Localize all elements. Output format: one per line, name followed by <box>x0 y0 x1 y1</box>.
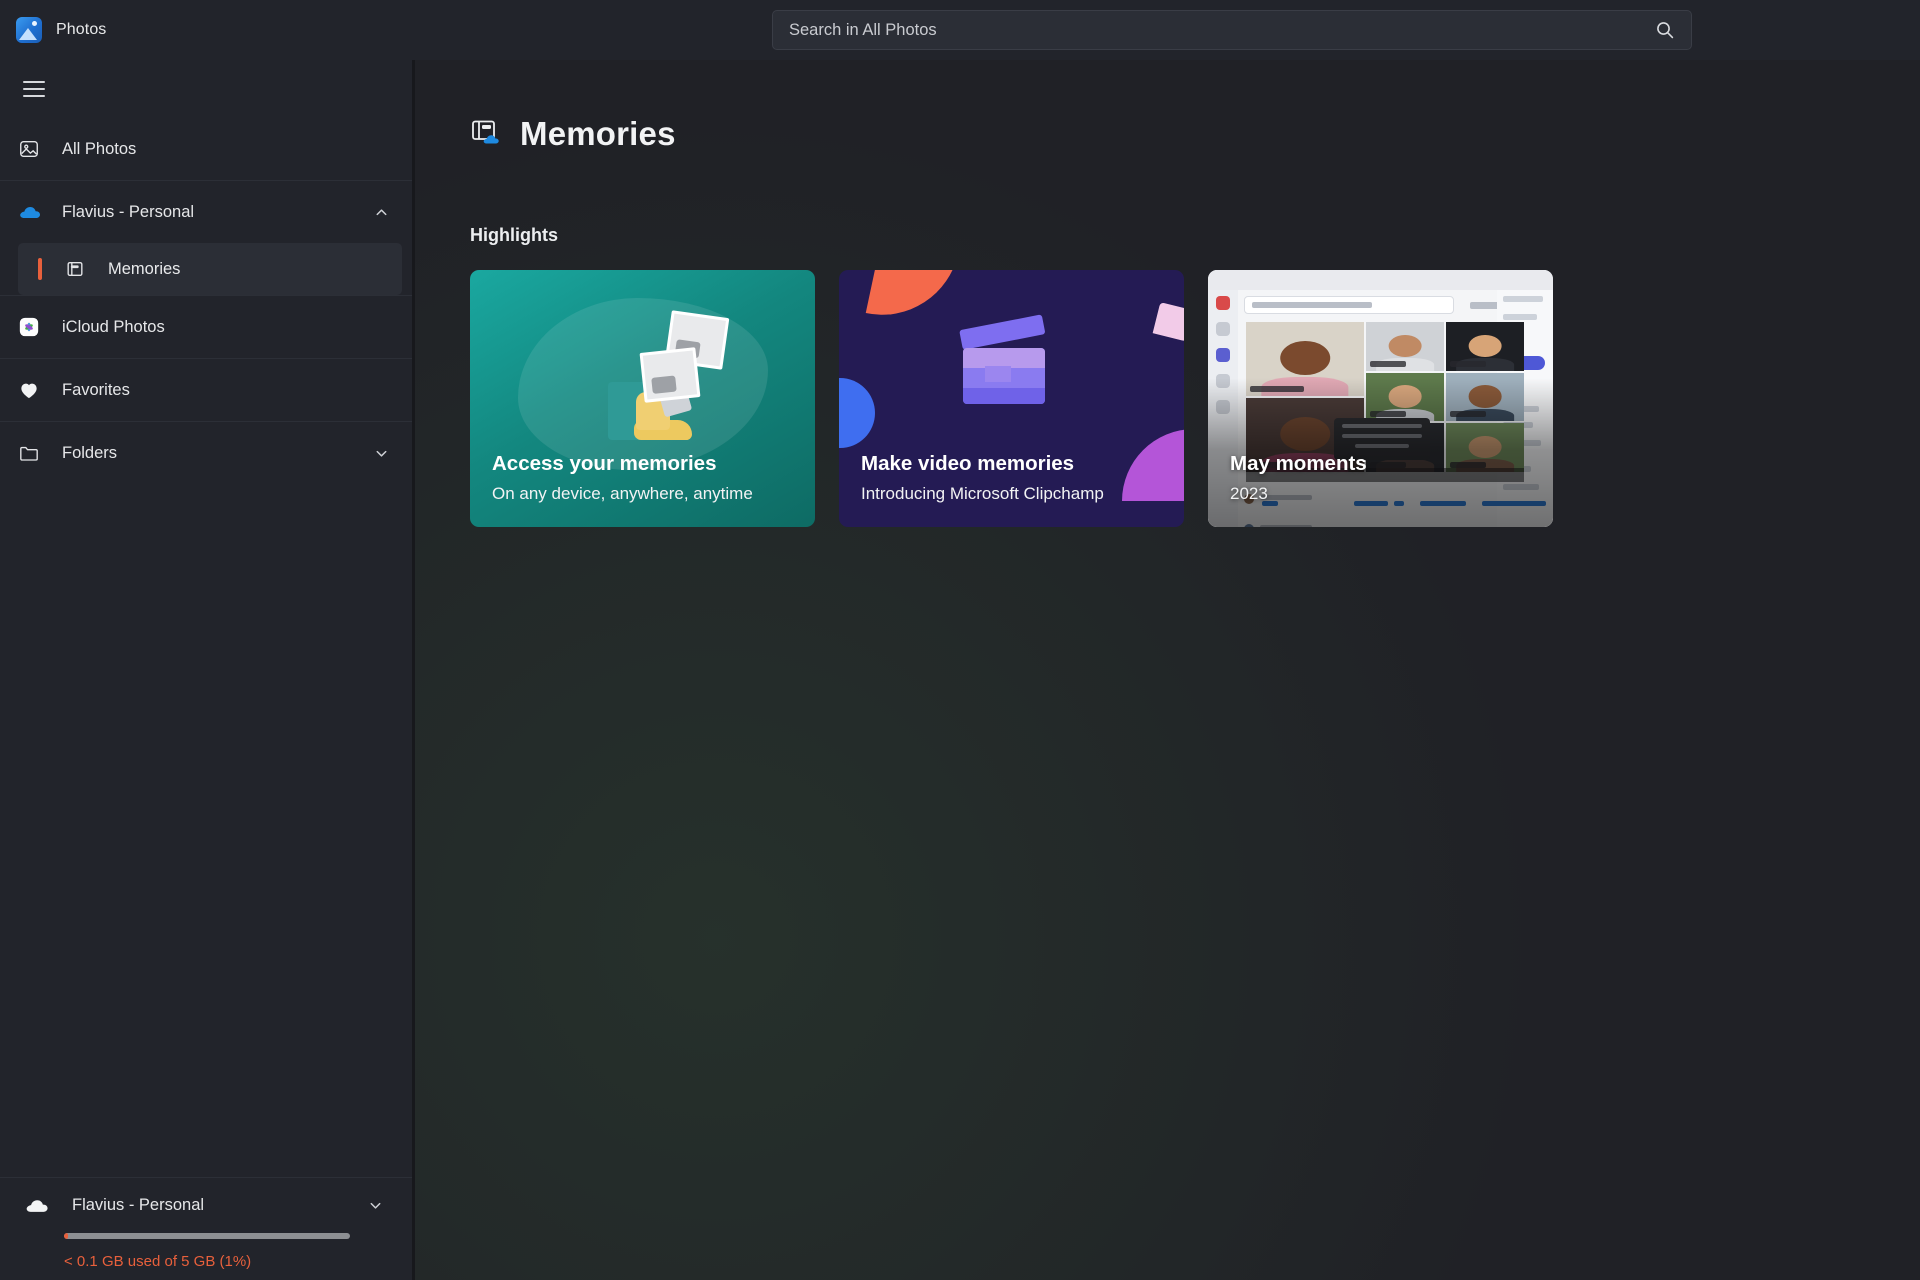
storage-panel: Flavius - Personal < 0.1 GB used of 5 GB… <box>0 1177 412 1280</box>
card-title: Make video memories <box>861 452 1075 476</box>
highlight-card-access-your-memories[interactable]: Access your memories On any device, anyw… <box>470 270 815 527</box>
sidebar-item-label: Flavius - Personal <box>62 202 195 221</box>
sidebar-item-icloud-photos[interactable]: iCloud Photos <box>0 296 412 358</box>
chevron-up-icon[interactable] <box>368 205 394 220</box>
app-identity: Photos <box>0 17 400 43</box>
decorative-shape <box>839 378 875 448</box>
memories-cloud-icon <box>470 118 502 151</box>
storage-account-row[interactable]: Flavius - Personal <box>24 1196 388 1215</box>
section-title-highlights: Highlights <box>470 225 558 245</box>
page-title: Memories <box>520 115 676 152</box>
heart-icon <box>18 380 62 400</box>
photo-icon <box>18 138 62 160</box>
hamburger-menu-icon[interactable] <box>4 60 64 118</box>
sidebar-item-all-photos[interactable]: All Photos <box>0 118 412 180</box>
app-title: Photos <box>56 21 107 38</box>
memories-icon <box>64 259 98 279</box>
highlight-card-make-video-memories[interactable]: Make video memories Introducing Microsof… <box>839 270 1184 527</box>
search-input[interactable] <box>773 11 1639 49</box>
search-bar[interactable] <box>772 10 1692 50</box>
cloud-icon <box>24 1196 56 1215</box>
decorative-shape <box>865 270 959 330</box>
sidebar: All Photos Flavius - Personal Memories i… <box>0 60 412 1280</box>
card-subtitle: 2023 <box>1230 483 1268 503</box>
sidebar-item-label: Favorites <box>62 380 130 399</box>
title-bar: Photos <box>0 0 1920 60</box>
sidebar-item-folders[interactable]: Folders <box>0 422 412 484</box>
clapperboard-icon <box>963 348 1045 404</box>
sidebar-item-memories[interactable]: Memories <box>18 243 402 295</box>
chevron-down-icon[interactable] <box>362 1198 388 1213</box>
storage-usage-text: < 0.1 GB used of 5 GB (1%) <box>64 1253 252 1270</box>
sidebar-item-label: Memories <box>108 259 181 278</box>
photos-app-window: Photos Search in All Photos All Photos F… <box>0 0 1920 1280</box>
storage-progress-bar <box>64 1233 350 1239</box>
sidebar-item-label: All Photos <box>62 139 137 158</box>
card-subtitle: Introducing Microsoft Clipchamp <box>861 483 1104 503</box>
selection-indicator <box>38 258 42 280</box>
sidebar-item-favorites[interactable]: Favorites <box>0 359 412 421</box>
sidebar-item-flavius-personal[interactable]: Flavius - Personal <box>0 181 412 243</box>
clapperboard-top-icon <box>959 314 1046 350</box>
highlight-card-may-moments[interactable]: May moments 2023 <box>1208 270 1553 527</box>
card-title: May moments <box>1230 452 1367 476</box>
card-caption: Access your memories On any device, anyw… <box>492 451 797 505</box>
card-caption: May moments 2023 <box>1230 451 1535 505</box>
photos-app-icon <box>16 17 42 43</box>
onedrive-cloud-icon <box>18 203 62 221</box>
sidebar-nav: All Photos Flavius - Personal Memories i… <box>0 118 412 1177</box>
page-header: Memories <box>415 60 1920 153</box>
icloud-photos-icon <box>18 316 62 338</box>
photo-thumb <box>639 347 701 403</box>
sidebar-item-label: Folders <box>62 443 118 462</box>
search-icon[interactable] <box>1639 11 1691 49</box>
sidebar-item-label: iCloud Photos <box>62 317 165 336</box>
card-caption: Make video memories Introducing Microsof… <box>861 451 1166 505</box>
chevron-down-icon[interactable] <box>368 446 394 461</box>
decorative-shape <box>1152 302 1184 342</box>
card-subtitle: On any device, anywhere, anytime <box>492 483 753 503</box>
main-content: Memories Highlights Access your memories… <box>415 60 1920 1280</box>
folder-icon <box>18 443 62 463</box>
storage-account-label: Flavius - Personal <box>72 1196 205 1214</box>
highlights-card-row: Access your memories On any device, anyw… <box>470 270 1920 527</box>
card-title: Access your memories <box>492 452 717 476</box>
